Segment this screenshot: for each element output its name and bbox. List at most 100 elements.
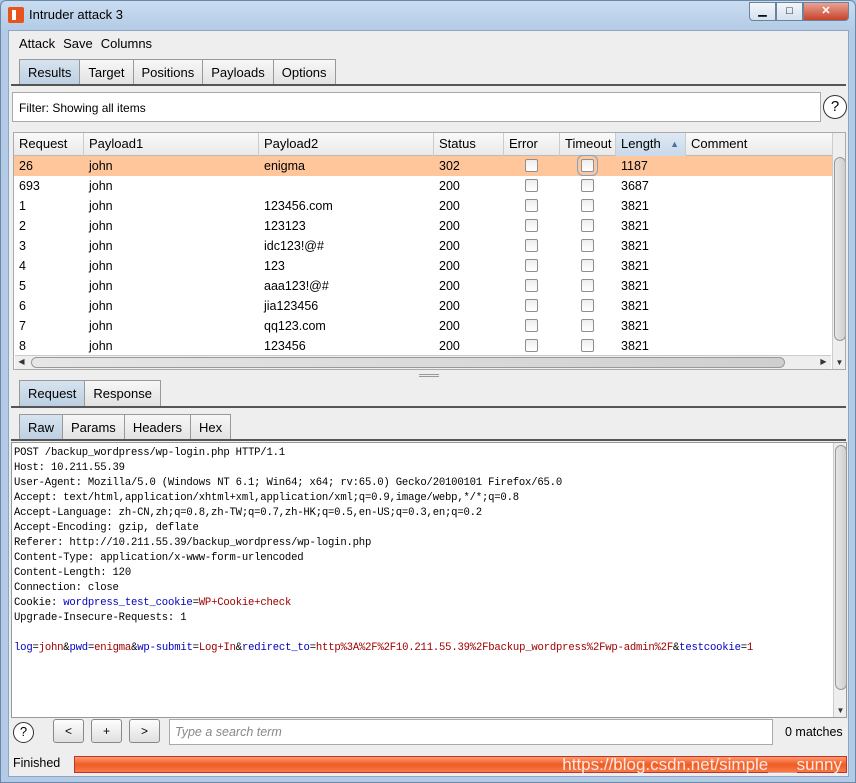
table-row[interactable]: 6 john jia123456 200 3821 [14,296,832,316]
tab-request[interactable]: Request [19,380,86,406]
error-checkbox[interactable] [525,239,538,252]
maximize-button[interactable]: □ [776,2,803,21]
minimize-button[interactable]: ▁ [749,2,776,21]
scrollbar-thumb[interactable] [834,157,845,341]
table-row[interactable]: 3 john idc123!@# 200 3821 [14,236,832,256]
status-cell: 200 [439,319,460,333]
request-cell: 1 [19,199,26,213]
table-row[interactable]: 693 john 200 3687 [14,176,832,196]
tab-results[interactable]: Results [19,59,81,85]
error-checkbox[interactable] [525,339,538,352]
raw-request-editor[interactable]: POST /backup_wordpress/wp-login.php HTTP… [11,442,847,718]
tab-hex[interactable]: Hex [189,414,232,440]
split-pane-divider[interactable] [419,374,439,377]
comment-cell [686,336,691,356]
status-text: Finished [13,756,61,770]
request-line: Connection: close [14,581,753,596]
filter-bar[interactable]: Filter: Showing all items [12,92,821,122]
timeout-checkbox[interactable] [581,339,594,352]
column-header-error[interactable]: Error [504,133,560,156]
param-value: http%3A%2F%2F10.211.55.39%2Fbackup_wordp… [315,642,673,654]
timeout-checkbox[interactable] [581,199,594,212]
request-line: Accept: text/html,application/xhtml+xml,… [14,491,753,506]
tab-raw[interactable]: Raw [19,414,64,440]
editor-vertical-scrollbar[interactable]: ▼ [833,443,846,717]
error-checkbox[interactable] [525,179,538,192]
request-line: log=john&pwd=enigma&wp-submit=Log+In&red… [14,641,753,656]
timeout-checkbox[interactable] [581,279,594,292]
table-horizontal-scrollbar[interactable]: ◀ ▶ [15,355,831,369]
table-row[interactable]: 8 john 123456 200 3821 [14,336,832,356]
column-header-request[interactable]: Request [14,133,84,156]
error-checkbox[interactable] [525,199,538,212]
intruder-window: Intruder attack 3 ▁ □ ✕ Attack Save Colu… [0,0,856,783]
tab-headers[interactable]: Headers [123,414,191,440]
request-text[interactable]: POST /backup_wordpress/wp-login.php HTTP… [14,446,753,656]
tab-payloads[interactable]: Payloads [202,59,274,85]
text-segment: Host: 10.211.55.39 [14,462,125,474]
status-cell: 200 [439,299,460,313]
add-button[interactable]: + [91,719,122,743]
column-header-timeout[interactable]: Timeout [560,133,616,156]
timeout-checkbox[interactable] [581,239,594,252]
tab-divider [11,84,846,86]
error-checkbox[interactable] [525,279,538,292]
table-row[interactable]: 2 john 123123 200 3821 [14,216,832,236]
error-checkbox[interactable] [525,259,538,272]
menu-columns[interactable]: Columns [101,36,152,51]
tab-params[interactable]: Params [62,414,125,440]
help-icon[interactable]: ? [823,95,847,119]
table-row[interactable]: 5 john aaa123!@# 200 3821 [14,276,832,296]
tab-options[interactable]: Options [272,59,336,85]
table-row[interactable]: 4 john 123 200 3821 [14,256,832,276]
timeout-checkbox[interactable] [581,319,594,332]
error-checkbox[interactable] [525,219,538,232]
error-checkbox[interactable] [525,319,538,332]
table-vertical-scrollbar[interactable]: ▼ [832,133,845,369]
status-cell: 200 [439,179,460,193]
menu-attack[interactable]: Attack [19,36,55,51]
comment-cell [686,156,691,176]
column-header-length[interactable]: Length ▲ [616,133,686,156]
column-header-payload1[interactable]: Payload1 [84,133,259,156]
payload1-cell: john [89,259,113,273]
request-line: Content-Type: application/x-www-form-url… [14,551,753,566]
tab-positions[interactable]: Positions [132,59,204,85]
editor-scroll-down-icon[interactable]: ▼ [834,706,846,715]
previous-match-button[interactable]: < [53,719,84,743]
scroll-right-icon[interactable]: ▶ [817,357,830,366]
timeout-checkbox[interactable] [581,219,594,232]
scroll-left-icon[interactable]: ◀ [15,357,28,366]
error-checkbox[interactable] [525,299,538,312]
column-header-comment[interactable]: Comment [686,133,834,156]
search-help-icon[interactable]: ? [13,722,34,743]
payload2-cell [259,176,264,196]
length-cell: 3821 [621,199,649,213]
timeout-checkbox[interactable] [581,299,594,312]
table-row[interactable]: 1 john 123456.com 200 3821 [14,196,832,216]
menu-save[interactable]: Save [63,36,93,51]
column-header-status[interactable]: Status [434,133,504,156]
tab-response[interactable]: Response [84,380,161,406]
watermark: https://blog.csdn.net/simple___sunny [562,755,842,774]
scroll-down-icon[interactable]: ▼ [833,358,845,367]
timeout-checkbox[interactable] [577,155,598,176]
table-row[interactable]: 7 john qq123.com 200 3821 [14,316,832,336]
next-match-button[interactable]: > [129,719,160,743]
length-cell: 3821 [621,219,649,233]
payload2-cell: 123456 [264,339,306,353]
table-row[interactable]: 26 john enigma 302 1187 [14,155,832,176]
column-label: Payload1 [89,136,144,151]
timeout-checkbox[interactable] [581,259,594,272]
column-header-payload2[interactable]: Payload2 [259,133,434,156]
timeout-checkbox[interactable] [581,179,594,192]
close-button[interactable]: ✕ [803,2,849,21]
column-label: Error [509,136,538,151]
payload1-cell: john [89,319,113,333]
search-input[interactable]: Type a search term [169,719,773,745]
view-tabs: Raw Params Headers Hex [19,414,232,440]
hscroll-thumb[interactable] [31,357,785,368]
editor-scrollbar-thumb[interactable] [835,445,846,690]
tab-target[interactable]: Target [79,59,134,85]
error-checkbox[interactable] [525,159,538,172]
